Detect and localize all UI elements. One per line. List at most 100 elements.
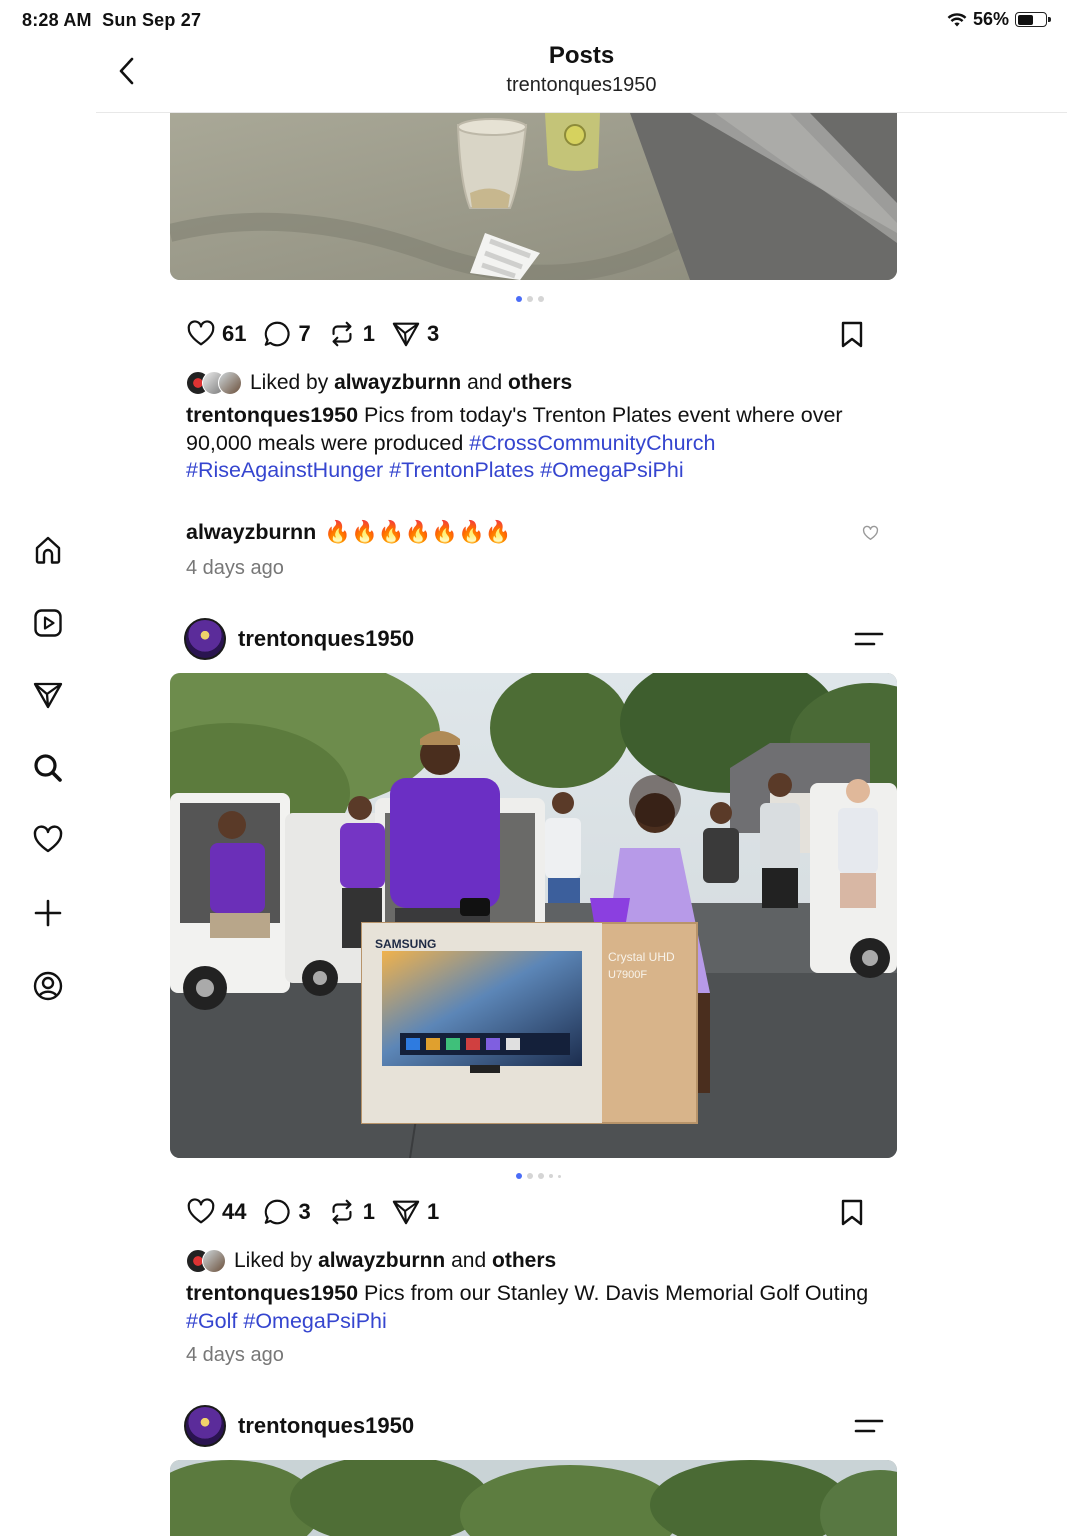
comment-icon (265, 321, 291, 347)
repost-icon (332, 1199, 352, 1225)
liked-by[interactable]: Liked by alwayzburnn and others (186, 1247, 556, 1275)
hashtag[interactable]: #OmegaPsiPhi (243, 1309, 386, 1333)
sidebar-item-messages[interactable] (30, 677, 66, 713)
hashtag[interactable]: #TrentonPlates (389, 458, 534, 482)
bookmark-button[interactable] (838, 320, 866, 353)
tv-box-model: U7900F (608, 969, 647, 981)
post-header: trentonques1950 (184, 1404, 884, 1448)
caption-username[interactable]: trentonques1950 (186, 403, 358, 427)
like-button[interactable]: 61 (186, 319, 246, 349)
comment-count: 7 (298, 321, 311, 346)
page-title: Posts (548, 42, 615, 69)
heart-icon (33, 825, 63, 853)
hashtag[interactable]: #OmegaPsiPhi (540, 458, 683, 482)
post-actions: 44 3 1 1 (186, 1194, 881, 1230)
share-button[interactable]: 3 (391, 319, 439, 349)
post-header: trentonques1950 (184, 617, 884, 661)
carousel-dot (516, 1173, 522, 1179)
post-timestamp: 4 days ago (186, 1344, 284, 1366)
tv-box-brand: SAMSUNG (375, 937, 436, 951)
post-photo (170, 1460, 897, 1536)
post-username[interactable]: trentonques1950 (238, 1413, 414, 1439)
menu-icon (854, 1419, 884, 1433)
liked-by-avatars (186, 371, 242, 395)
post-caption: trentonques1950 Pics from our Stanley W.… (186, 1280, 886, 1335)
carousel-indicator (516, 296, 544, 302)
liked-by-avatars (186, 1249, 226, 1273)
send-icon (392, 1200, 420, 1225)
comment-button[interactable]: 7 (262, 319, 311, 349)
tv-box-product: Crystal UHD (608, 950, 675, 964)
sidebar-item-home[interactable] (30, 532, 66, 568)
bookmark-button[interactable] (838, 1198, 866, 1231)
bookmark-icon (841, 1199, 863, 1226)
avatar[interactable] (184, 618, 226, 660)
comment-username[interactable]: alwayzburnn (186, 520, 316, 545)
hashtag[interactable]: #Golf (186, 1309, 237, 1333)
liked-by-others[interactable]: others (492, 1249, 556, 1273)
liked-by-and: and (467, 371, 503, 394)
comment: alwayzburnn 🔥🔥🔥🔥🔥🔥🔥 (186, 520, 512, 545)
carousel-dot (538, 296, 544, 302)
caption-username[interactable]: trentonques1950 (186, 1281, 358, 1305)
heart-icon (862, 525, 879, 541)
avatar[interactable] (184, 1405, 226, 1447)
page-subtitle: trentonques1950 (506, 74, 657, 96)
carousel-dot (527, 296, 533, 302)
status-time: 8:28 AM Sun Sep 27 (22, 10, 202, 30)
repost-count: 1 (362, 321, 375, 346)
sidebar-item-profile[interactable] (30, 968, 66, 1004)
hashtag[interactable]: #CrossCommunityChurch (469, 431, 715, 455)
plus-icon (34, 899, 62, 927)
sidebar-item-activity[interactable] (30, 822, 66, 858)
menu-icon (854, 632, 884, 646)
header: Posts trentonques1950 (96, 40, 1067, 113)
avatar (218, 371, 242, 395)
like-button[interactable]: 44 (186, 1197, 246, 1227)
carousel-dot (538, 1173, 544, 1179)
liked-by-and: and (451, 1249, 487, 1272)
comment-like-button[interactable] (862, 525, 879, 547)
post-image[interactable]: SAMSUNG Crystal UHD U7900F (170, 673, 897, 1158)
repost-button[interactable]: 1 (327, 319, 375, 349)
sidebar-item-create[interactable] (30, 895, 66, 931)
carousel-dot (527, 1173, 533, 1179)
share-count: 3 (426, 321, 440, 346)
caption-text: Pics from our Stanley W. Davis Memorial … (364, 1281, 869, 1305)
liked-by-user[interactable]: alwayzburnn (318, 1249, 445, 1273)
status-bar: 8:28 AM Sun Sep 27 56% (0, 0, 1067, 40)
liked-by[interactable]: Liked by alwayzburnn and others (186, 369, 572, 397)
sidebar-item-video[interactable] (30, 605, 66, 641)
comment-button[interactable]: 3 (262, 1197, 311, 1227)
share-button[interactable]: 1 (391, 1197, 439, 1227)
post-username[interactable]: trentonques1950 (238, 626, 414, 652)
status-right: 56% (947, 9, 1051, 30)
post-actions: 61 7 1 3 (186, 316, 881, 352)
comment-text: 🔥🔥🔥🔥🔥🔥🔥 (324, 520, 512, 544)
carousel-dot (549, 1174, 553, 1178)
sidebar-item-search[interactable] (30, 750, 66, 786)
battery-icon (1015, 12, 1051, 27)
liked-by-others[interactable]: others (508, 371, 572, 395)
send-icon (392, 322, 420, 347)
search-icon (34, 754, 62, 782)
post-menu-button[interactable] (854, 629, 884, 649)
video-icon (34, 609, 62, 637)
post-photo: SAMSUNG Crystal UHD U7900F (170, 673, 897, 1158)
liked-by-prefix: Liked by (250, 371, 329, 394)
post-image[interactable] (170, 1460, 897, 1536)
repost-count: 1 (362, 1199, 375, 1224)
liked-by-user[interactable]: alwayzburnn (334, 371, 461, 395)
hashtag[interactable]: #RiseAgainstHunger (186, 458, 383, 482)
home-icon (35, 536, 61, 564)
repost-button[interactable]: 1 (327, 1197, 375, 1227)
comment-count: 3 (298, 1199, 311, 1224)
like-count: 44 (222, 1199, 247, 1224)
post-menu-button[interactable] (854, 1416, 884, 1436)
battery-fill (1017, 14, 1033, 25)
avatar (202, 1249, 226, 1273)
post-image[interactable] (170, 113, 897, 280)
share-count: 1 (426, 1199, 440, 1224)
like-count: 61 (222, 321, 247, 346)
post-photo (170, 113, 897, 280)
